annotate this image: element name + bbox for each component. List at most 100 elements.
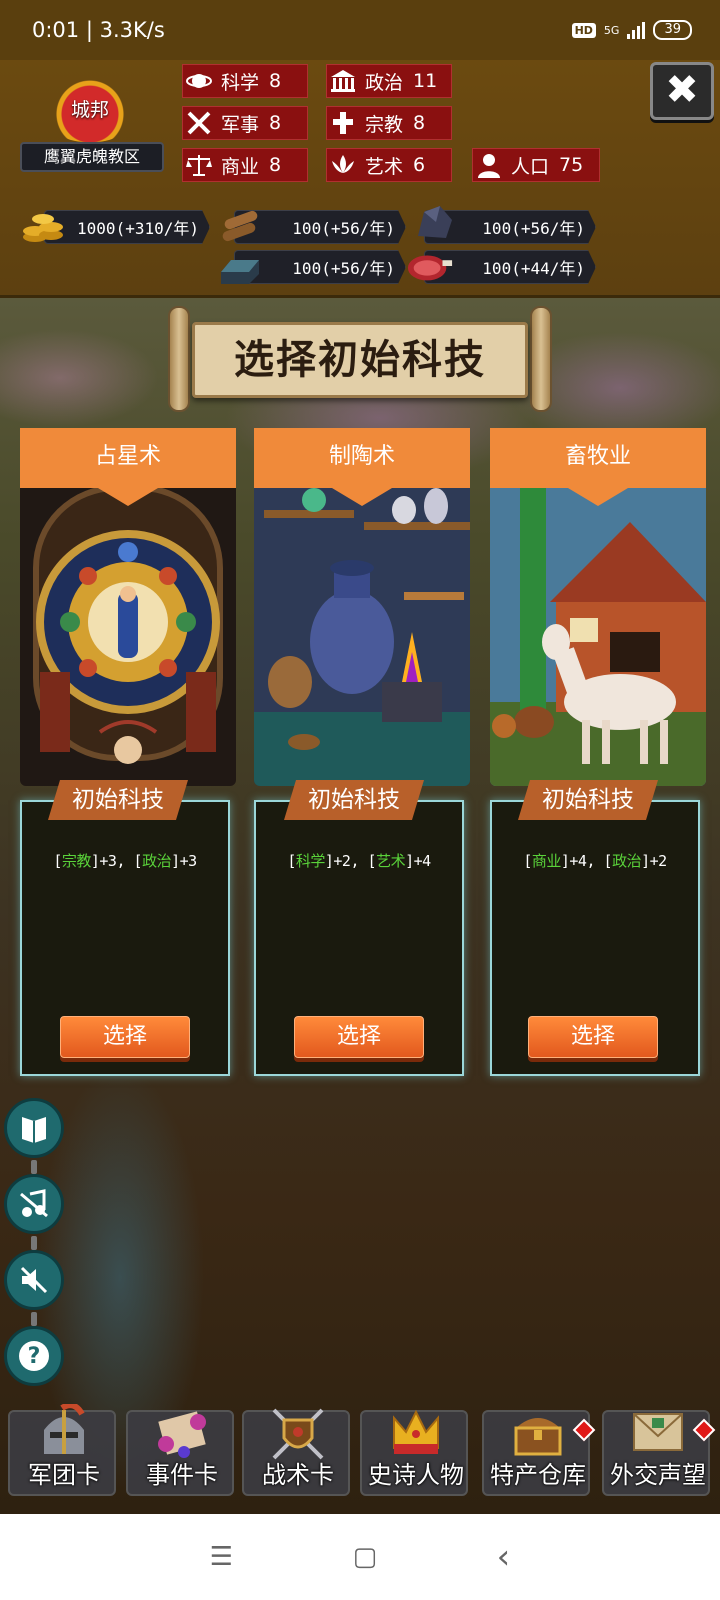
chain-link — [31, 1160, 37, 1174]
dock-label: 战术卡 — [262, 1461, 334, 1489]
bonus-amount: +3 — [179, 852, 198, 870]
signal-icon — [627, 21, 646, 39]
stat-label: 宗教 — [365, 113, 404, 136]
dock-label: 军团卡 — [28, 1461, 100, 1489]
home-icon[interactable]: ▢ — [353, 1542, 378, 1572]
city-type-label: 城邦 — [70, 99, 109, 121]
stat-value: 8 — [269, 154, 282, 176]
resource-value: 100(+44/年) — [482, 259, 585, 278]
stat-population[interactable]: 人口 75 — [472, 148, 600, 182]
select-button-husbandry[interactable]: 选择 — [528, 1016, 658, 1058]
scales-icon — [183, 149, 215, 181]
card-title-husbandry: 畜牧业 — [490, 428, 706, 506]
dock-event-cards[interactable]: 事件卡 — [126, 1410, 234, 1496]
bonus-attr: 科学 — [295, 852, 326, 870]
lotus-icon — [327, 149, 359, 181]
resource-value: 100(+56/年) — [292, 259, 395, 278]
bonus-amount: +4 — [413, 852, 432, 870]
bonus-attr: 政治 — [142, 852, 172, 870]
card-art-pottery[interactable] — [254, 482, 470, 786]
stat-art[interactable]: 艺术 6 — [326, 148, 452, 182]
stat-label: 军事 — [221, 113, 260, 136]
stat-label: 商业 — [221, 155, 260, 178]
planet-icon — [183, 65, 215, 97]
select-button-astrology[interactable]: 选择 — [60, 1016, 190, 1058]
card-art-husbandry[interactable] — [490, 482, 706, 786]
status-icons: HD 5G 39 — [571, 20, 692, 40]
dock-label: 外交声望 — [610, 1461, 706, 1489]
card-tag-label: 初始科技 — [284, 780, 424, 820]
gold-coins-icon — [20, 206, 68, 246]
bonus-attr: 艺术 — [376, 852, 406, 870]
close-button[interactable]: ✖ — [650, 62, 714, 120]
stat-commerce[interactable]: 商业 8 — [182, 148, 308, 182]
card-art-astrology[interactable] — [20, 482, 236, 786]
chain-link — [31, 1312, 37, 1326]
book-icon — [22, 1117, 46, 1143]
stat-science[interactable]: 科学 8 — [182, 64, 308, 98]
network-label: 5G — [603, 23, 620, 37]
card-title-astrology: 占星术 — [20, 428, 236, 506]
bonus-amount: +2 — [333, 852, 351, 870]
select-button-pottery[interactable]: 选择 — [294, 1016, 424, 1058]
help-icon: ? — [19, 1341, 49, 1371]
dock-tactic-cards[interactable]: 战术卡 — [242, 1408, 350, 1496]
stat-value: 6 — [413, 154, 426, 176]
stat-label: 艺术 — [365, 155, 404, 178]
card-bonus-husbandry: [商业]+4, [政治]+2 — [523, 852, 667, 870]
sound-toggle-button[interactable] — [4, 1250, 64, 1310]
bonus-amount: +3 — [99, 852, 117, 870]
stat-politics[interactable]: 政治 11 — [326, 64, 452, 98]
city-emblem[interactable]: 城邦 — [40, 80, 140, 146]
iron-ingot-icon — [216, 248, 264, 288]
back-icon[interactable]: ‹ — [497, 1537, 511, 1577]
resource-value: 1000(+310/年) — [77, 219, 199, 238]
scroll-end-right — [530, 306, 552, 412]
person-icon — [473, 149, 505, 181]
bonus-attr: 宗教 — [61, 852, 92, 870]
dock-label: 史诗人物 — [368, 1461, 464, 1489]
crossed-swords-icon — [183, 107, 215, 139]
stat-label: 人口 — [511, 155, 550, 178]
resource-gold[interactable]: 1000(+310/年) — [44, 210, 210, 244]
meat-icon — [406, 246, 454, 286]
dock-label: 事件卡 — [146, 1461, 218, 1489]
page-title: 选择初始科技 — [192, 322, 528, 398]
chain-link — [31, 1236, 37, 1250]
guide-book-button[interactable] — [4, 1098, 64, 1158]
no-music-icon — [20, 1189, 48, 1218]
card-title-pottery: 制陶术 — [254, 428, 470, 506]
bonus-attr: 商业 — [531, 852, 562, 870]
city-name: 鹰翼虎魄教区 — [20, 142, 164, 172]
stat-religion[interactable]: 宗教 8 — [326, 106, 452, 140]
system-nav-bar: ☰ ▢ ‹ — [0, 1514, 720, 1600]
resource-value: 100(+56/年) — [482, 219, 585, 238]
card-bonus-astrology: [宗教]+3, [政治]+3 — [53, 852, 198, 870]
stat-value: 11 — [413, 70, 438, 92]
music-toggle-button[interactable] — [4, 1174, 64, 1234]
card-tag-label: 初始科技 — [48, 780, 188, 820]
dock-label: 特产仓库 — [490, 1461, 586, 1489]
status-time-speed: 0:01 | 3.3K/s — [32, 18, 165, 42]
stat-label: 科学 — [221, 71, 260, 94]
card-bonus-pottery: [科学]+2, [艺术]+4 — [287, 852, 432, 870]
stat-military[interactable]: 军事 8 — [182, 106, 308, 140]
dock-epic-heroes[interactable]: 史诗人物 — [360, 1409, 468, 1496]
bonus-amount: +4 — [569, 852, 587, 870]
dock-diplomacy-reputation[interactable]: 外交声望 — [602, 1410, 710, 1496]
dock-legion-cards[interactable]: 军团卡 — [8, 1404, 116, 1496]
capitol-icon — [327, 65, 359, 97]
svg-text:?: ? — [28, 1344, 41, 1369]
stat-label: 政治 — [365, 71, 404, 94]
battery-icon: 39 — [653, 20, 692, 40]
bonus-attr: 政治 — [612, 852, 642, 870]
status-bar: 0:01 | 3.3K/s HD 5G 39 — [0, 0, 720, 60]
menu-icon[interactable]: ☰ — [210, 1542, 233, 1572]
scroll-end-left — [168, 306, 190, 412]
stat-value: 8 — [413, 112, 426, 134]
sound-muted-icon — [20, 1266, 48, 1294]
dock-specialty-warehouse[interactable]: 特产仓库 — [482, 1410, 590, 1496]
card-tag-label: 初始科技 — [518, 780, 658, 820]
wood-logs-icon — [216, 204, 264, 244]
help-button[interactable]: ? — [4, 1326, 64, 1386]
